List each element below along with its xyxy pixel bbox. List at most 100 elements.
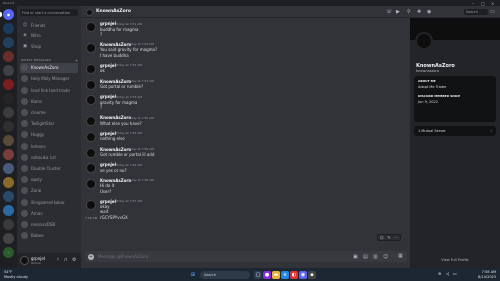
add-friends-to-dm-icon[interactable]: ✚ [417, 9, 421, 15]
pinned-messages-icon[interactable]: ⚲ [407, 9, 411, 15]
message-author[interactable]: KnownAsZoro [100, 42, 131, 47]
message-author[interactable]: grpnjel [100, 21, 116, 26]
nav-nitro[interactable]: ◈ Nitro [20, 31, 78, 39]
message-author[interactable]: grpnjel [100, 199, 116, 204]
server-icon[interactable] [3, 65, 14, 76]
server-icon[interactable] [3, 121, 14, 132]
message-author[interactable]: grpnjel [100, 162, 116, 167]
avatar[interactable] [86, 131, 96, 142]
taskbar-app-icon[interactable]: ◐ [290, 270, 298, 279]
avatar[interactable] [86, 199, 96, 210]
server-icon[interactable] [3, 135, 14, 146]
dm-item[interactable]: KnownAsZoro [20, 63, 78, 73]
dm-item[interactable]: nessassDSB [20, 220, 78, 230]
avatar[interactable] [20, 256, 29, 265]
dm-item[interactable]: Holy Moly Manager [20, 74, 78, 84]
edge-browser-icon[interactable]: e [281, 270, 289, 279]
dm-item[interactable]: Zorai [20, 186, 78, 196]
server-icon[interactable] [3, 79, 14, 90]
dm-item[interactable]: illingaarne!kakar [20, 197, 78, 207]
weather-widget[interactable]: 54°F Mostly cloudy [4, 270, 28, 279]
avatar[interactable] [86, 116, 96, 127]
dm-item[interactable]: Kams [20, 97, 78, 107]
wifi-icon[interactable]: ≋ [438, 271, 441, 276]
dm-item[interactable]: opoly [20, 175, 78, 185]
mutual-servers-button[interactable]: 1 Mutual Server › [414, 126, 496, 136]
server-icon[interactable] [3, 107, 14, 118]
server-icon[interactable] [3, 51, 14, 62]
voice-call-icon[interactable]: ☏ [386, 9, 392, 15]
dm-item[interactable]: cleome [20, 108, 78, 118]
server-icon[interactable] [3, 233, 14, 244]
emoji-icon[interactable]: ☺ [383, 254, 388, 260]
message-timestamp: Today at 7:52 AM [128, 42, 154, 47]
create-dm-icon[interactable]: + [75, 58, 78, 63]
server-icon[interactable] [3, 177, 14, 188]
user-profile-icon[interactable]: ◉ [427, 9, 431, 15]
upload-plus-icon[interactable]: + [88, 253, 94, 260]
file-explorer-icon[interactable]: ▬ [272, 270, 280, 279]
dm-item[interactable]: lemons [20, 141, 78, 151]
taskbar-app-icon[interactable]: ● [263, 270, 271, 279]
add-reaction-icon[interactable]: ☺ [380, 235, 384, 240]
dm-item[interactable]: land link land trade [20, 85, 78, 95]
video-call-icon[interactable]: ▶ [396, 9, 400, 15]
server-icon[interactable] [3, 191, 14, 202]
avatar[interactable] [86, 163, 96, 174]
message-author[interactable]: grpnjel [100, 63, 116, 68]
dm-item[interactable]: TwilightStar [20, 119, 78, 129]
message-input[interactable]: Message @KnownAsZoro [98, 254, 148, 259]
taskbar-search[interactable]: Search [200, 270, 250, 279]
headphones-icon[interactable]: ∩ [64, 257, 68, 263]
inbox-icon[interactable]: ▭ [490, 9, 495, 15]
server-icon[interactable] [3, 93, 14, 104]
server-icon[interactable] [3, 23, 14, 34]
view-full-profile-link[interactable]: View Full Profile [410, 258, 500, 262]
avatar[interactable] [86, 22, 96, 32]
avatar[interactable] [86, 63, 96, 74]
microphone-icon[interactable]: ♮ [57, 257, 59, 263]
avatar[interactable] [86, 42, 96, 53]
volume-icon[interactable]: ◁ [446, 271, 449, 276]
message-text: ? [100, 31, 103, 37]
apps-icon[interactable]: ▦ [398, 253, 403, 259]
server-icon[interactable] [3, 219, 14, 230]
battery-icon[interactable]: ▭ [453, 271, 457, 276]
gif-icon[interactable]: ▤ [363, 254, 368, 260]
sticker-icon[interactable]: ▥ [373, 254, 378, 260]
dm-item[interactable]: Babee [20, 231, 78, 241]
dm-item[interactable]: Arnav [20, 209, 78, 219]
server-icon[interactable] [3, 205, 14, 216]
nav-shop[interactable]: ▣ Shop [20, 42, 78, 50]
more-options-icon[interactable]: ⋯ [394, 235, 398, 240]
dm-item[interactable]: sahasika 1st [20, 153, 78, 163]
avatar[interactable] [86, 147, 96, 158]
task-view-icon[interactable]: ▢ [254, 270, 262, 279]
server-icon[interactable] [3, 37, 14, 48]
message-author[interactable]: grpnjel [100, 94, 116, 99]
message-author[interactable]: KnownAsZoro [100, 178, 131, 183]
message-author[interactable]: KnownAsZoro [100, 147, 131, 152]
message-author[interactable]: KnownAsZoro [100, 79, 131, 84]
avatar[interactable] [86, 178, 96, 189]
settings-gear-icon[interactable]: ⚙ [72, 257, 76, 263]
message-author[interactable]: grpnjel [100, 131, 116, 136]
avatar[interactable] [86, 95, 96, 106]
nav-friends[interactable]: ☺ Friends [20, 21, 78, 29]
reply-icon[interactable]: ✎ [387, 235, 390, 240]
start-icon[interactable]: ⊞ [189, 271, 197, 279]
dm-item[interactable]: Double Cluster [20, 164, 78, 174]
header-search-input[interactable]: Search [464, 9, 488, 15]
discord-taskbar-icon[interactable]: ◉ [299, 270, 307, 279]
system-clock[interactable]: 7:58 AM 8/14/2023 [460, 270, 496, 279]
conversation-search-input[interactable]: Find or start a conversation [20, 9, 78, 16]
gift-icon[interactable]: ▣ [353, 254, 358, 260]
server-icon[interactable] [3, 149, 14, 160]
message-author[interactable]: KnownAsZoro [100, 115, 131, 120]
avatar[interactable] [86, 79, 96, 90]
dm-item[interactable]: Huggy [20, 130, 78, 140]
add-server-icon[interactable]: + [3, 247, 14, 258]
server-icon[interactable] [3, 163, 14, 174]
taskbar-app-icon[interactable]: ▪ [308, 270, 316, 279]
home-discord-icon[interactable]: ◉ [3, 9, 14, 20]
